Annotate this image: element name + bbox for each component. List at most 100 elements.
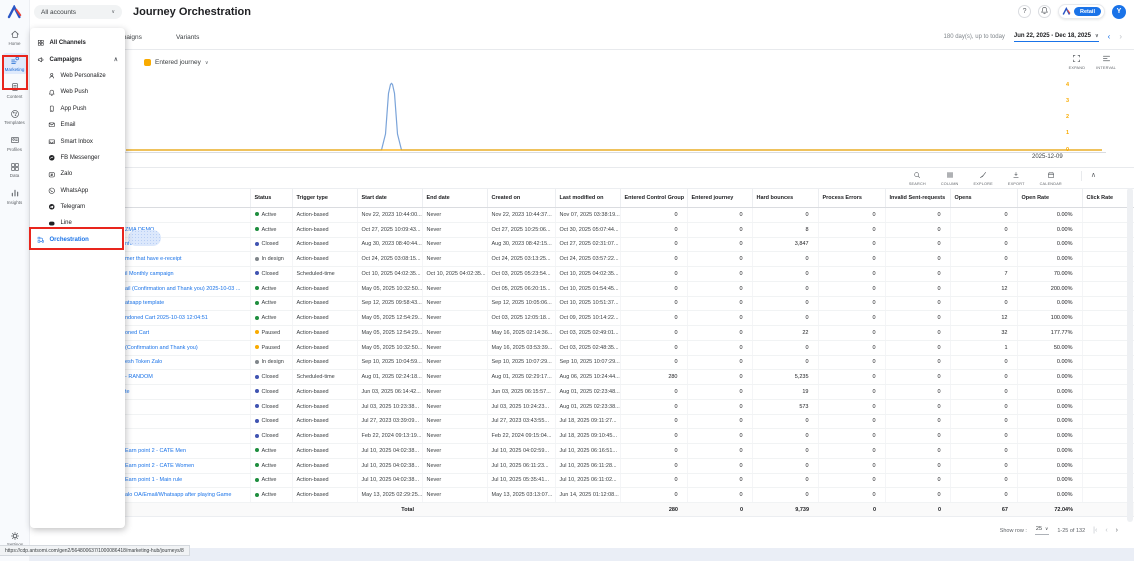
table-row: esh Token Zalo In design Action-based Se… xyxy=(30,355,1134,371)
sidebar-item-home[interactable]: Home xyxy=(2,26,28,48)
antsomi-logo-icon xyxy=(1062,7,1071,15)
date-range-hint: 180 day(s), up to today xyxy=(943,34,1005,41)
menu-item-label: Smart Inbox xyxy=(60,138,93,145)
y-axis-tick: 1 xyxy=(1066,130,1070,137)
notifications-button[interactable] xyxy=(1038,5,1052,18)
data-icon xyxy=(10,162,20,172)
column-header-open-rate[interactable]: Open Rate xyxy=(1016,188,1082,208)
bell-icon xyxy=(1040,6,1049,17)
column-header-opens[interactable]: Opens xyxy=(949,188,1017,208)
status-cell: Active xyxy=(249,207,292,223)
whatsapp-icon xyxy=(48,187,56,195)
menu-item-smart-inbox[interactable]: Smart Inbox xyxy=(30,133,125,149)
table-scrollbar[interactable] xyxy=(1127,188,1133,522)
range-next-button[interactable]: › xyxy=(1119,33,1122,41)
environment-badge: Retail xyxy=(1074,7,1101,16)
column-header-last-modified-on[interactable]: Last modified on xyxy=(554,188,620,208)
table-row: ZMA DEMO Active Action-based Oct 27, 202… xyxy=(30,222,1134,238)
collapse-chart-button[interactable]: ∧ xyxy=(1080,171,1096,181)
tab-variants[interactable]: Variants xyxy=(176,34,199,41)
menu-item-campaigns[interactable]: Campaigns ∧ xyxy=(30,51,125,67)
chart-legend[interactable]: Entered journey ∨ xyxy=(144,59,209,66)
sidebar-item-content[interactable]: Content xyxy=(2,79,28,101)
column-header-trigger-type[interactable]: Trigger type xyxy=(291,188,357,208)
sidebar-item-profiles[interactable]: Profiles xyxy=(2,132,28,154)
next-page-icon[interactable]: › xyxy=(1116,527,1118,534)
column-header-invalid-sent-requests[interactable]: Invalid Sent-requests xyxy=(884,188,950,208)
menu-item-line[interactable]: Line xyxy=(30,215,125,231)
menu-item-email[interactable]: Email xyxy=(30,117,125,133)
column-header-created-on[interactable]: Created on xyxy=(486,188,555,208)
pagination-range: 1-25 of 132 xyxy=(1057,527,1086,534)
status-dot xyxy=(254,477,259,482)
sidebar-item-label: Content xyxy=(6,93,23,99)
menu-item-label: Line xyxy=(60,220,72,227)
table-row: oned Cart Paused Action-based May 05, 20… xyxy=(30,325,1134,341)
email-icon xyxy=(48,121,56,129)
status-dot xyxy=(254,389,259,394)
sidebar-item-insights[interactable]: Insights xyxy=(2,185,28,207)
column-header-entered-journey[interactable]: Entered journey xyxy=(686,188,752,208)
status-cell: Active xyxy=(249,473,292,489)
menu-item-zalo[interactable]: Zalo xyxy=(30,166,125,182)
search-button[interactable]: SEARCH xyxy=(909,171,926,186)
total-row: Total 280 0 9,739 0 0 67 72.04% xyxy=(30,502,1134,517)
menu-item-web-push[interactable]: Web Push xyxy=(30,84,125,100)
environment-switcher[interactable]: Retail xyxy=(1058,4,1105,19)
sidebar-item-marketing[interactable]: Marketing xyxy=(1,52,28,74)
sidebar-item-templates[interactable]: Templates xyxy=(2,106,28,128)
table-row: (Confirmation and Thank you) Paused Acti… xyxy=(30,340,1134,356)
home-icon xyxy=(10,29,20,39)
bottom-strip xyxy=(30,548,1134,561)
page-size-select[interactable]: 25 ∨ xyxy=(1034,526,1050,535)
menu-item-web-personalize[interactable]: Web Personalize xyxy=(30,68,125,84)
account-selector[interactable]: All accounts ∨ xyxy=(34,5,122,19)
marketing-icon xyxy=(10,56,20,66)
table-row: Earn point 2 - CATE Women Active Action-… xyxy=(30,458,1134,474)
web-push-icon xyxy=(48,89,56,97)
expand-button[interactable]: EXPAND xyxy=(1069,54,1086,70)
table-row: ndoned Cart 2025-10-03 12:04:51 Active A… xyxy=(30,310,1134,326)
status-cell: Closed xyxy=(249,399,292,415)
menu-item-label: WhatsApp xyxy=(60,187,89,194)
status-cell: Closed xyxy=(249,414,292,430)
status-cell: Active xyxy=(249,222,292,238)
menu-item-label: Orchestration xyxy=(49,236,89,243)
table-toolbar: SEARCH COLUMN EXPLORE EXPORT CALENDAR ∧ xyxy=(30,168,1134,188)
menu-item-orchestration[interactable]: Orchestration xyxy=(30,232,125,248)
page-title: Journey Orchestration xyxy=(133,6,251,18)
export-button[interactable]: EXPORT xyxy=(1008,171,1025,186)
menu-item-whatsapp[interactable]: WhatsApp xyxy=(30,183,125,199)
column-header-start-date[interactable]: Start date xyxy=(356,188,422,208)
user-avatar[interactable]: Y xyxy=(1112,4,1126,19)
interval-button[interactable]: INTERVAL xyxy=(1096,54,1116,70)
column-header-entered-control-group[interactable]: Entered Control Group xyxy=(619,188,687,208)
column-header-status[interactable]: Status xyxy=(249,188,292,208)
menu-item-fb-messenger[interactable]: FB Messenger xyxy=(30,150,125,166)
web-personalize-icon xyxy=(48,72,56,80)
range-prev-button[interactable]: ‹ xyxy=(1108,33,1111,41)
journey-line-chart xyxy=(124,82,1106,153)
first-page-icon[interactable]: |‹ xyxy=(1093,527,1097,534)
menu-item-app-push[interactable]: App Push xyxy=(30,101,125,117)
journey-chart-panel: Entered journey ∨ EXPAND INTERVAL 43210 … xyxy=(30,50,1134,168)
column-header-process-errors[interactable]: Process Errors xyxy=(817,188,885,208)
help-button[interactable]: ? xyxy=(1018,5,1032,18)
explore-button[interactable]: EXPLORE xyxy=(974,171,993,186)
calendar-button[interactable]: CALENDAR xyxy=(1040,171,1062,186)
menu-item-all-channels[interactable]: All Channels xyxy=(30,35,125,51)
column-header-hard-bounces[interactable]: Hard bounces xyxy=(751,188,818,208)
date-range-picker[interactable]: Jun 22, 2025 - Dec 18, 2025 ∨ xyxy=(1013,33,1099,42)
column-header-end-date[interactable]: End date xyxy=(421,188,487,208)
prev-page-icon[interactable]: ‹ xyxy=(1105,527,1107,534)
export-icon xyxy=(1012,171,1020,181)
legend-label: Entered journey xyxy=(155,59,201,66)
sidebar-item-data[interactable]: Data xyxy=(2,159,28,181)
column-button[interactable]: COLUMN xyxy=(941,171,959,186)
antsomi-logo-icon[interactable] xyxy=(0,0,29,24)
status-cell: Active xyxy=(249,296,292,312)
templates-icon xyxy=(10,109,20,119)
menu-item-label: Campaigns xyxy=(49,56,82,63)
help-icon: ? xyxy=(1022,8,1027,15)
menu-item-telegram[interactable]: Telegram xyxy=(30,199,125,215)
